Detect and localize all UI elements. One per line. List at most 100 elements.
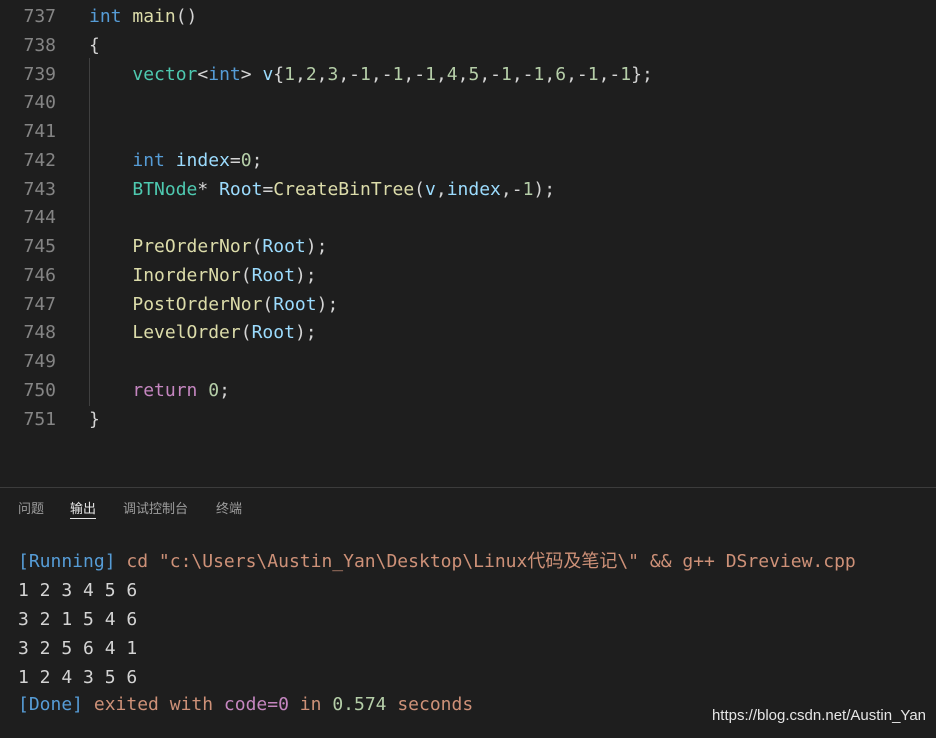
vscode-window: 737 int main() 738{739 vector<int> v{1,2,3… <box>0 0 936 738</box>
code-token: = <box>229 149 241 171</box>
active-tab-indicator <box>70 518 97 519</box>
exited-text: exited with <box>83 694 224 715</box>
code-token: 1 <box>522 178 534 200</box>
output-running-line: [Running] cd "c:\Users\Austin_Yan\Deskto… <box>18 547 856 576</box>
code-token: 4 <box>446 63 458 85</box>
code-text: { <box>89 31 100 60</box>
output-result-line: 3 2 5 6 4 1 <box>18 638 138 659</box>
code-token: v <box>262 63 274 85</box>
code-line: 743 BTNode* Root=CreateBinTree(v,index,-… <box>0 175 936 204</box>
output-result-line: 1 2 3 4 5 6 <box>18 580 138 601</box>
code-token: 1 <box>533 63 545 85</box>
code-text: vector<int> v{1,2,3,-1,-1,-1,4,5,-1,-1,6… <box>89 60 653 89</box>
done-tag: [Done] <box>18 694 84 715</box>
line-number: 745 <box>23 236 56 257</box>
tab-problems[interactable]: 问题 <box>18 488 44 530</box>
code-line: 738 { <box>0 31 936 60</box>
code-token: ,- <box>403 63 426 85</box>
code-token: ,- <box>500 178 523 200</box>
code-token: PostOrderNor <box>132 293 263 315</box>
code-token: LevelOrder <box>132 322 241 344</box>
line-number: 738 <box>23 34 56 56</box>
code-token: 1 <box>425 63 436 85</box>
tab-problems-label: 问题 <box>18 502 45 517</box>
code-token: , <box>435 178 447 200</box>
code-editor[interactable]: 737 int main() 738{739 vector<int> v{1,2,3… <box>0 0 936 487</box>
code-token: ); <box>316 293 339 315</box>
line-number: 747 <box>23 293 56 315</box>
code-line: 737 int main() <box>0 2 936 31</box>
code-token: ( <box>240 264 252 286</box>
code-token: 0 <box>208 379 220 401</box>
exit-code: code=0 <box>223 694 289 715</box>
code-token: ( <box>262 293 274 315</box>
code-token: , <box>316 63 328 85</box>
code-line: 748 LevelOrder(Root); <box>0 318 936 347</box>
tab-output-label: 输出 <box>70 502 97 517</box>
code-token: , <box>544 63 556 85</box>
code-token: ,- <box>566 63 588 85</box>
code-token: ); <box>305 236 328 257</box>
line-number: 751 <box>23 408 56 430</box>
code-token: Root <box>251 322 295 344</box>
code-token: }; <box>631 63 653 85</box>
code-token: , <box>457 63 469 85</box>
code-text: int index=0; <box>89 146 262 175</box>
code-line: 747 PostOrderNor(Root); <box>0 290 936 319</box>
code-token: Root <box>251 264 295 286</box>
code-token: int <box>89 6 122 27</box>
code-text: } <box>89 405 100 434</box>
code-token: ( <box>240 322 252 344</box>
code-token: 1 <box>392 63 404 85</box>
tab-terminal-label: 终端 <box>216 502 243 517</box>
code-token: 6 <box>555 63 567 85</box>
code-token: 3 <box>327 63 339 85</box>
watermark: https://blog.csdn.net/Austin_Yan <box>711 707 926 724</box>
code-token: Root <box>273 293 317 315</box>
code-token: ,- <box>511 63 534 85</box>
code-text: int main() <box>89 2 197 31</box>
tab-terminal[interactable]: 终端 <box>216 488 242 530</box>
line-number: 750 <box>23 379 56 401</box>
code-text: InorderNor(Root); <box>89 261 316 290</box>
line-number: 743 <box>23 178 56 200</box>
code-token: = <box>262 178 274 200</box>
code-token: vector <box>132 63 198 85</box>
code-token: ,- <box>338 63 361 85</box>
code-token: BTNode <box>132 178 198 200</box>
code-token: index <box>175 149 230 171</box>
line-number: 740 <box>23 92 56 114</box>
code-text: BTNode* Root=CreateBinTree(v,index,-1); <box>89 175 555 204</box>
code-token: 1 <box>501 63 512 85</box>
output-result-line: 3 2 1 5 4 6 <box>18 609 138 630</box>
code-token: InorderNor <box>132 264 241 286</box>
code-token: ( <box>251 236 263 257</box>
tab-output[interactable]: 输出 <box>70 488 97 530</box>
code-token: , <box>294 63 306 85</box>
code-line: 744 <box>0 203 936 232</box>
code-token: 1 <box>360 63 371 85</box>
code-line: 742 int index=0; <box>0 146 936 175</box>
code-line: 741 <box>0 117 936 146</box>
code-token: ; <box>219 379 230 401</box>
tab-debug-console[interactable]: 调试控制台 <box>123 488 188 530</box>
code-text: PreOrderNor(Root); <box>89 232 327 261</box>
code-token: 5 <box>468 63 480 85</box>
panel-tab-bar: 问题 输出 调试控制台 终端 <box>0 488 936 530</box>
code-token: 1 <box>587 63 599 85</box>
code-token: () <box>175 6 198 27</box>
code-token: { <box>89 34 100 56</box>
code-token: 0 <box>240 149 252 171</box>
code-token: v <box>425 178 436 200</box>
code-line: 746 InorderNor(Root); <box>0 261 936 290</box>
output-done-line: [Done] exited with code=0 in 0.574 secon… <box>18 690 473 719</box>
code-token: , <box>435 63 447 85</box>
code-token: index <box>446 178 501 200</box>
